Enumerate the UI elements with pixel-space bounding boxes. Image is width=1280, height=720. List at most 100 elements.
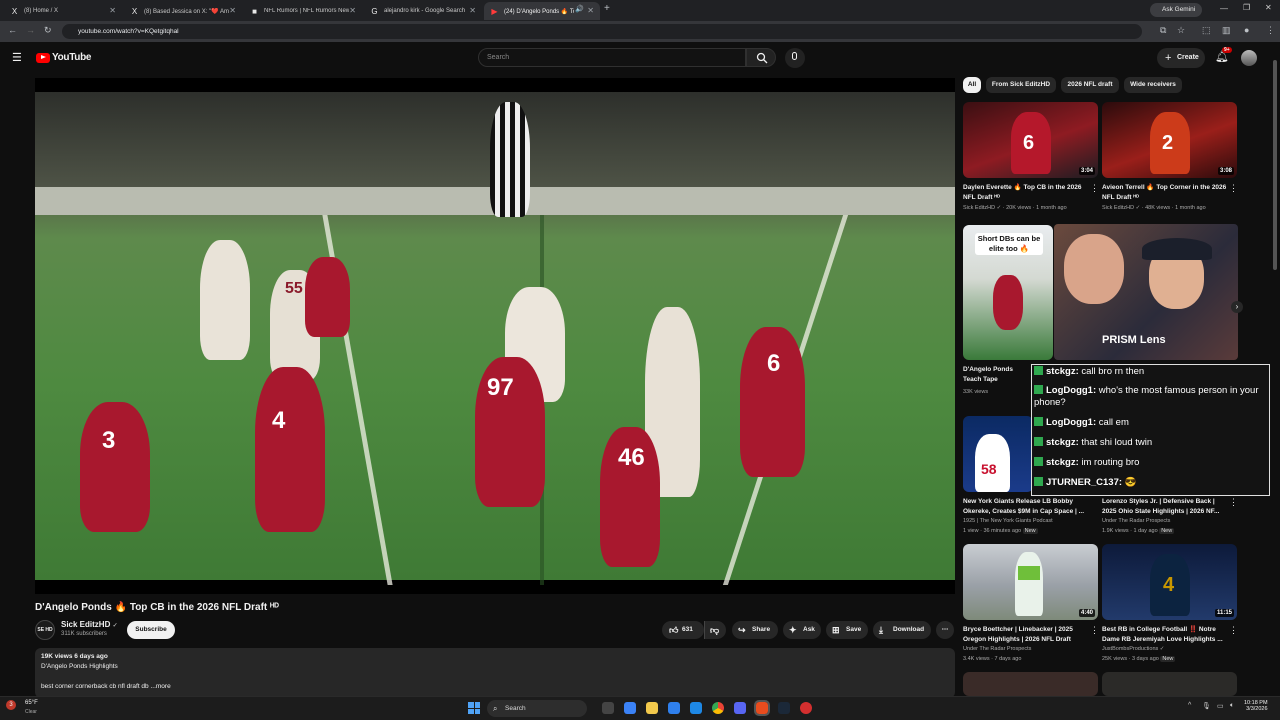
bookmark-star-icon[interactable]: ☆ <box>1177 25 1185 36</box>
video-thumbnail[interactable]: 58 <box>963 416 1033 492</box>
new-badge: New <box>1160 656 1176 662</box>
hamburger-menu-icon[interactable]: ☰ <box>12 51 22 64</box>
video-thumbnail[interactable]: Short DBs can be elite too 🔥 <box>963 225 1053 360</box>
chrome-icon[interactable] <box>712 702 724 714</box>
download-button[interactable]: ⤓ Download <box>873 621 931 639</box>
chip-wide-receivers[interactable]: Wide receivers <box>1124 77 1182 93</box>
tab-x-home[interactable]: X (8) Home / X ✕ <box>4 2 122 20</box>
video-player[interactable]: 3 4 97 46 6 55 <box>35 78 955 594</box>
chip-from-channel[interactable]: From Sick EditzHD <box>986 77 1056 93</box>
app-icon[interactable] <box>800 702 812 714</box>
edge-icon[interactable] <box>690 702 702 714</box>
clock[interactable]: 10:18 PM 3/3/2026 <box>1244 700 1268 712</box>
video-thumbnail[interactable]: 6 3:04 <box>963 102 1098 178</box>
profile-icon[interactable]: ● <box>1244 25 1249 35</box>
search-input[interactable]: Search <box>478 48 746 67</box>
player-white <box>200 240 250 360</box>
voice-search-button[interactable] <box>785 48 805 68</box>
more-actions-icon[interactable]: ⋮ <box>1229 183 1238 194</box>
close-icon[interactable]: ✕ <box>349 6 356 15</box>
chat-message: stckgz: im routing bro <box>1034 457 1139 468</box>
video-thumbnail[interactable]: 2 3:08 <box>1102 102 1237 178</box>
install-icon[interactable]: ⧉ <box>1160 25 1166 36</box>
x-icon: X <box>131 6 138 16</box>
chip-2026-nfl-draft[interactable]: 2026 NFL draft <box>1061 77 1119 93</box>
ask-gemini-button[interactable]: Ask Gemini <box>1150 3 1202 17</box>
restore-icon[interactable]: ❐ <box>1243 3 1250 12</box>
ask-button[interactable]: ✦ Ask <box>783 621 821 639</box>
subscribe-button[interactable]: Subscribe <box>127 621 175 639</box>
minimize-icon[interactable]: — <box>1220 4 1228 13</box>
weather-temp[interactable]: 65°F <box>25 700 38 706</box>
youtube-header: ☰ YouTube Search + Create 🔔︎ 9+ <box>0 42 1280 74</box>
weather-icon[interactable]: 3 <box>6 700 16 710</box>
steam-icon[interactable] <box>778 702 790 714</box>
video-thumbnail[interactable]: 4 11:15 <box>1102 544 1237 620</box>
video-title[interactable]: New York Giants Release LB Bobby Okereke… <box>963 497 1097 516</box>
scrollbar-thumb[interactable] <box>1273 60 1277 270</box>
taskbar-search[interactable]: ⌕ Search <box>487 700 587 717</box>
description-box[interactable]: 19K views 6 days ago D'Angelo Ponds High… <box>35 648 955 698</box>
mic-tray-icon[interactable]: 🎙︎ <box>1202 702 1211 710</box>
forward-icon[interactable]: → <box>26 25 35 35</box>
video-thumbnail[interactable] <box>963 672 1098 696</box>
video-title[interactable]: Lorenzo Styles Jr. | Defensive Back | 20… <box>1102 497 1226 516</box>
reload-icon[interactable]: ↻ <box>44 25 52 36</box>
tab-x-based-jessica[interactable]: X (8) Based Jessica on X: "❤️ Am ✕ <box>124 2 242 20</box>
more-actions-icon[interactable]: ⋮ <box>1229 497 1238 508</box>
more-actions-icon[interactable]: ⋮ <box>1229 625 1238 636</box>
video-title[interactable]: Best RB in College Football ‼️ Notre Dam… <box>1102 625 1226 644</box>
video-title[interactable]: Bryce Boettcher | Linebacker | 2025 Oreg… <box>963 625 1091 644</box>
windows-start-icon[interactable] <box>468 702 480 714</box>
close-icon[interactable]: ✕ <box>109 6 116 15</box>
weather-desc: Clear <box>25 709 37 715</box>
tab-youtube-active[interactable]: ▶ (24) D'Angelo Ponds 🔥 To 🔊 ✕ <box>484 2 600 20</box>
channel-avatar[interactable]: SE HD <box>35 620 55 640</box>
close-icon[interactable]: ✕ <box>587 6 594 15</box>
more-actions-icon[interactable]: ⋮ <box>1090 183 1099 194</box>
url-field[interactable]: youtube.com/watch?v=KQetgitqhal <box>62 24 1142 39</box>
carousel-next-icon[interactable]: › <box>1231 301 1243 313</box>
dislike-button[interactable]: 👎︎ <box>704 621 726 639</box>
address-bar-row: ← → ↻ youtube.com/watch?v=KQetgitqhal ⧉ … <box>0 21 1280 42</box>
video-thumbnail[interactable] <box>1102 672 1237 696</box>
copilot-icon[interactable] <box>624 702 636 714</box>
video-title[interactable]: Avieon Terrell 🔥 Top Corner in the 2026 … <box>1102 183 1230 202</box>
tab-nfl-rumors[interactable]: ■ NFL Rumors | NFL Rumors New ✕ <box>244 2 362 20</box>
ask-label: Ask <box>803 626 815 633</box>
tray-chevron-icon[interactable]: ^ <box>1188 702 1191 709</box>
tab-label: (24) D'Angelo Ponds 🔥 To <box>504 8 574 15</box>
speaker-icon[interactable]: 🔊 <box>575 5 584 13</box>
search-button[interactable] <box>746 48 776 67</box>
chip-all[interactable]: All <box>963 77 981 93</box>
channel-name[interactable]: Sick EditzHD ✓ <box>61 620 118 629</box>
video-title[interactable]: Daylen Everette 🔥 Top CB in the 2026 NFL… <box>963 183 1091 202</box>
task-view-icon[interactable] <box>602 702 614 714</box>
volume-icon[interactable]: 🔈︎ <box>1230 702 1234 710</box>
close-icon[interactable]: ✕ <box>469 6 476 15</box>
close-icon[interactable]: ✕ <box>229 6 236 15</box>
account-avatar[interactable] <box>1241 50 1257 66</box>
save-button[interactable]: ⊞ Save <box>826 621 868 639</box>
more-actions-icon[interactable]: ⋮ <box>1090 625 1099 636</box>
sidebar-icon[interactable]: ▥ <box>1222 25 1231 36</box>
video-title[interactable]: D'Angelo Ponds Teach Tape <box>963 365 1031 384</box>
video-thumbnail[interactable]: 4:40 <box>963 544 1098 620</box>
extensions-icon[interactable]: ⬚ <box>1202 25 1211 36</box>
discord-icon[interactable] <box>734 702 746 714</box>
obs-icon[interactable] <box>754 700 770 716</box>
create-button[interactable]: + Create <box>1157 48 1205 68</box>
file-explorer-icon[interactable] <box>646 702 658 714</box>
store-icon[interactable] <box>668 702 680 714</box>
youtube-logo[interactable]: YouTube <box>36 52 92 63</box>
back-icon[interactable]: ← <box>8 25 17 35</box>
description-tags[interactable]: best corner cornerback cb nfl draft db .… <box>41 683 171 690</box>
share-button[interactable]: ↪ Share <box>732 621 778 639</box>
tab-google-search[interactable]: G alejandro kirk - Google Search ✕ <box>364 2 482 20</box>
menu-kebab-icon[interactable]: ⋮ <box>1266 25 1275 36</box>
more-options-button[interactable]: ⋯ <box>936 621 954 639</box>
new-tab-button[interactable]: + <box>604 3 610 14</box>
network-icon[interactable]: ▭ <box>1217 702 1224 710</box>
close-window-icon[interactable]: ✕ <box>1265 3 1272 12</box>
like-button[interactable]: 👍︎ 631 <box>662 621 704 639</box>
